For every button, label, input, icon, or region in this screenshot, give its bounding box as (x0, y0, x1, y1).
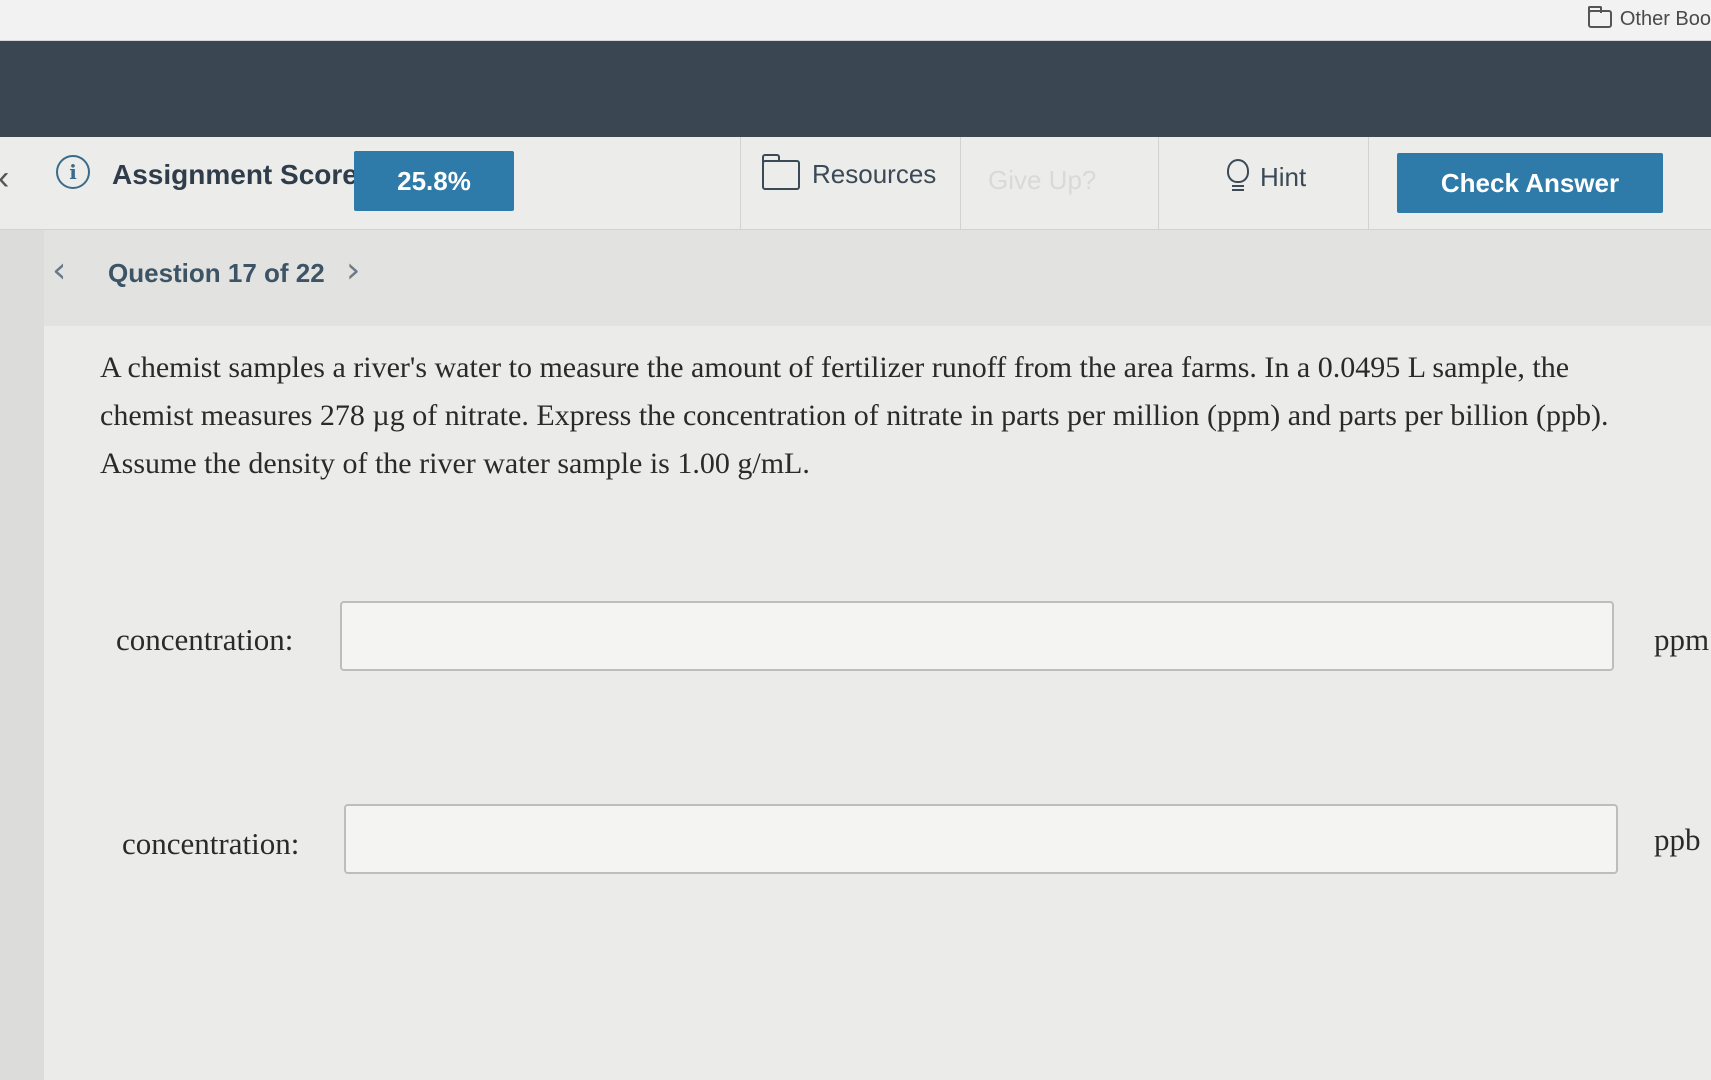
info-icon[interactable]: i (56, 155, 90, 189)
hint-label: Hint (1260, 161, 1307, 192)
assignment-score-badge: 25.8% (354, 151, 514, 211)
question-text: A chemist samples a river's water to mea… (100, 351, 1609, 480)
folder-icon (1587, 6, 1612, 28)
folder-icon (761, 153, 800, 190)
resources-label: Resources (812, 159, 937, 189)
toolbar-divider (1158, 137, 1159, 229)
prev-question-icon[interactable]: ‹ (52, 250, 66, 291)
toolbar-divider (960, 137, 961, 229)
bookmark-other[interactable]: Other Boo (1587, 4, 1711, 34)
bookmark-other-label: Other Boo (1619, 7, 1711, 30)
give-up-button[interactable]: Give Up? (988, 165, 1096, 196)
assignment-toolbar: ‹ i Assignment Score: 25.8% Resources Gi… (0, 137, 1711, 230)
question-content: A chemist samples a river's water to mea… (44, 326, 1711, 1080)
answer-label-ppm: concentration: (116, 622, 294, 657)
question-title: Question 17 of 22 (108, 258, 325, 288)
toolbar-divider (1368, 137, 1369, 229)
hint-button[interactable]: Hint (1226, 157, 1306, 197)
resources-button[interactable]: Resources (761, 153, 937, 190)
next-question-icon[interactable]: › (346, 250, 360, 291)
bookmarks-bar: Other Boo (0, 0, 1711, 41)
assignment-score-label: Assignment Score: (112, 159, 368, 190)
left-rail (0, 230, 44, 1080)
answer-label-ppb: concentration: (122, 826, 300, 861)
check-answer-button[interactable]: Check Answer (1397, 153, 1663, 213)
concentration-ppm-input[interactable] (340, 601, 1614, 671)
lightbulb-icon (1226, 157, 1250, 197)
question-nav: ‹ Question 17 of 22 › (44, 230, 1711, 326)
chevron-left-icon[interactable]: ‹ (0, 159, 9, 198)
unit-ppm: ppm (1654, 622, 1710, 657)
concentration-ppb-input[interactable] (344, 804, 1618, 874)
unit-ppb: ppb (1654, 822, 1701, 857)
site-header (0, 41, 1711, 137)
toolbar-divider (740, 137, 741, 229)
